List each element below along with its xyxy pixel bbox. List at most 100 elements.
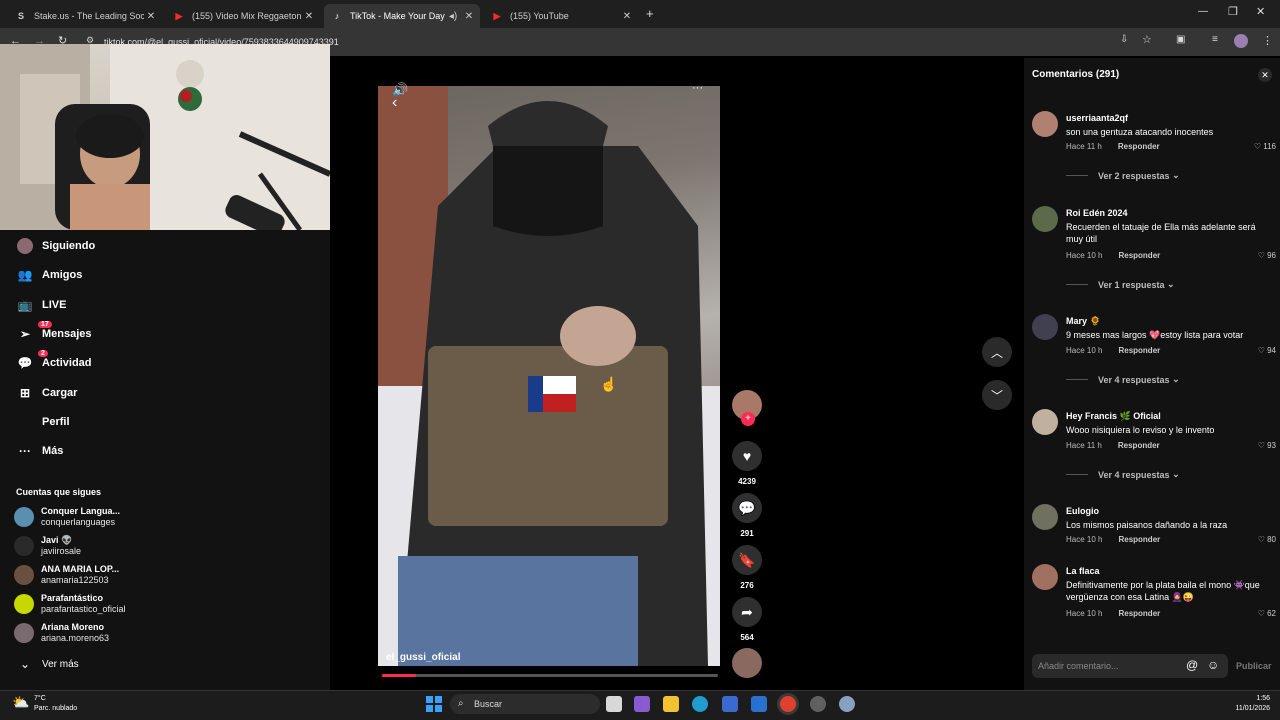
- following-account[interactable]: ANA MARIA LOP... anamaria122503: [14, 562, 119, 588]
- app-icon[interactable]: [810, 696, 826, 712]
- profile-avatar[interactable]: [1234, 34, 1248, 48]
- following-account[interactable]: Conquer Langua... conquerlanguages: [14, 504, 120, 530]
- sidebar-item-mensajes[interactable]: ➢ 17 Mensajes: [16, 321, 92, 344]
- file-explorer-icon[interactable]: [663, 696, 679, 712]
- app-icon[interactable]: [634, 696, 650, 712]
- previous-video-button[interactable]: ︿: [982, 337, 1012, 367]
- close-tab-icon[interactable]: ✕: [302, 11, 316, 22]
- reply-button[interactable]: Responder: [1118, 535, 1160, 544]
- see-more-button[interactable]: ⌄ Ver más: [16, 654, 79, 674]
- sidebar-item-siguiendo[interactable]: Siguiendo: [16, 236, 95, 256]
- reply-button[interactable]: Responder: [1118, 346, 1160, 355]
- following-account[interactable]: Parafantástico parafantastico_oficial: [14, 591, 126, 617]
- save-button[interactable]: 🔖 276: [732, 545, 762, 590]
- reply-button[interactable]: Responder: [1118, 441, 1160, 450]
- more-options-icon[interactable]: ···: [692, 82, 703, 94]
- new-tab-icon[interactable]: +: [646, 6, 654, 21]
- weather-icon[interactable]: ⛅: [12, 694, 29, 711]
- sidebar-item-cargar[interactable]: ⊞ Cargar: [16, 383, 78, 403]
- avatar[interactable]: [1032, 564, 1058, 590]
- settings-icon[interactable]: [839, 696, 855, 712]
- comment-like-count: 94: [1267, 346, 1276, 355]
- video-player[interactable]: [378, 86, 720, 666]
- like-button[interactable]: ♥ 4239: [732, 441, 762, 486]
- close-comments-button[interactable]: ✕: [1258, 68, 1272, 82]
- view-replies-button[interactable]: Ver 2 respuestas ⌄: [1066, 170, 1180, 181]
- reply-button[interactable]: Responder: [1118, 251, 1160, 260]
- tab-title: Stake.us - The Leading Social C: [34, 11, 144, 21]
- avatar[interactable]: [1032, 111, 1058, 137]
- music-disc[interactable]: [732, 648, 762, 678]
- comment-user[interactable]: Eulogio: [1066, 506, 1099, 516]
- extensions-icon[interactable]: ▣: [1176, 34, 1185, 45]
- weather-widget[interactable]: 7°C Parc. nublado: [34, 694, 77, 714]
- share-icon: ➦: [732, 597, 762, 627]
- sidebar-item-mas[interactable]: ··· Más: [16, 441, 63, 461]
- comment-user[interactable]: Hey Francis 🌿 Oficial: [1066, 411, 1161, 422]
- comment-user[interactable]: userriaanta2qf: [1066, 113, 1128, 123]
- comment-likes[interactable]: ♡ 96: [1258, 251, 1276, 260]
- windows-start-icon[interactable]: [426, 696, 442, 712]
- sidebar-item-actividad[interactable]: 💬 2 Actividad: [16, 350, 92, 373]
- tab-youtube-mix[interactable]: ▶ (155) Video Mix Reggaeton Vie ✕: [166, 4, 320, 28]
- tab-youtube[interactable]: ▶ (155) YouTube ✕: [484, 4, 638, 28]
- comment-meta: Hace 11 h Responder: [1066, 142, 1160, 151]
- mention-icon[interactable]: @: [1186, 658, 1198, 672]
- emoji-icon[interactable]: ☺: [1207, 658, 1219, 672]
- reply-button[interactable]: Responder: [1118, 142, 1160, 151]
- view-replies-button[interactable]: Ver 4 respuestas ⌄: [1066, 469, 1180, 480]
- comment-user[interactable]: Roi Edén 2024: [1066, 208, 1128, 218]
- task-view-icon[interactable]: [606, 696, 622, 712]
- avatar[interactable]: [1032, 314, 1058, 340]
- chrome-icon[interactable]: [780, 696, 796, 712]
- comment-likes[interactable]: ♡ 94: [1258, 346, 1276, 355]
- taskbar-search-label: Buscar: [474, 699, 503, 709]
- tab-stake[interactable]: S Stake.us - The Leading Social C ✕: [8, 4, 162, 28]
- comment-user[interactable]: Mary 🌻: [1066, 316, 1101, 327]
- close-window-icon[interactable]: ✕: [1256, 5, 1265, 18]
- publish-button[interactable]: Publicar: [1236, 661, 1272, 671]
- share-button[interactable]: ➦ 564: [732, 597, 762, 642]
- view-replies-button[interactable]: Ver 1 respuesta ⌄: [1066, 279, 1175, 290]
- store-icon[interactable]: [722, 696, 738, 712]
- comment-input-placeholder[interactable]: Añadir comentario...: [1038, 661, 1119, 671]
- avatar[interactable]: [1032, 504, 1058, 530]
- menu-kebab-icon[interactable]: ⋮: [1262, 34, 1273, 47]
- video-progress-bar[interactable]: [382, 674, 718, 677]
- tab-tiktok[interactable]: ♪ TikTok - Make Your Day ◂) ✕: [324, 4, 480, 28]
- comment-likes[interactable]: ♡ 116: [1254, 142, 1276, 151]
- video-author[interactable]: el_gussi_oficial: [386, 652, 460, 663]
- sidebar-item-live[interactable]: 📺 LIVE: [16, 295, 67, 315]
- sidebar-item-amigos[interactable]: 👥 Amigos: [16, 265, 83, 285]
- comment-item: Hey Francis 🌿 Oficial Wooo nisiquiera lo…: [1032, 409, 1276, 481]
- app-icon[interactable]: [751, 696, 767, 712]
- maximize-icon[interactable]: ❐: [1228, 5, 1238, 18]
- tab-search-icon[interactable]: ≡: [1212, 34, 1218, 45]
- bookmark-star-icon[interactable]: ☆: [1142, 33, 1152, 46]
- close-tab-icon[interactable]: ✕: [144, 11, 158, 22]
- following-account[interactable]: Javi 👽 javiirosale: [14, 533, 81, 559]
- next-video-button[interactable]: ﹀: [982, 380, 1012, 410]
- comment-button[interactable]: 💬 291: [732, 493, 762, 538]
- comment-likes[interactable]: ♡ 80: [1258, 535, 1276, 544]
- comment-likes[interactable]: ♡ 62: [1258, 609, 1276, 618]
- follow-plus-icon[interactable]: +: [741, 412, 755, 426]
- taskbar-clock[interactable]: 1:56 11/01/2026: [1226, 694, 1270, 714]
- comment-likes[interactable]: ♡ 93: [1258, 441, 1276, 450]
- back-arrow-icon[interactable]: ‹: [392, 94, 397, 112]
- view-replies-button[interactable]: Ver 4 respuestas ⌄: [1066, 374, 1180, 385]
- taskbar-search[interactable]: ⌕ Buscar: [450, 694, 600, 714]
- edge-icon[interactable]: [692, 696, 708, 712]
- close-tab-icon[interactable]: ✕: [462, 11, 476, 22]
- avatar[interactable]: [1032, 206, 1058, 232]
- sidebar-item-perfil[interactable]: Perfil: [16, 412, 70, 432]
- install-icon[interactable]: ⇩: [1120, 34, 1128, 45]
- close-tab-icon[interactable]: ✕: [620, 11, 634, 22]
- comment-user[interactable]: La flaca: [1066, 566, 1100, 576]
- minimize-icon[interactable]: —: [1198, 6, 1208, 17]
- avatar[interactable]: [1032, 409, 1058, 435]
- creator-avatar[interactable]: +: [732, 390, 762, 426]
- speaker-icon[interactable]: ◂): [446, 11, 460, 22]
- following-account[interactable]: Ariana Moreno ariana.moreno63: [14, 620, 109, 646]
- reply-button[interactable]: Responder: [1118, 609, 1160, 618]
